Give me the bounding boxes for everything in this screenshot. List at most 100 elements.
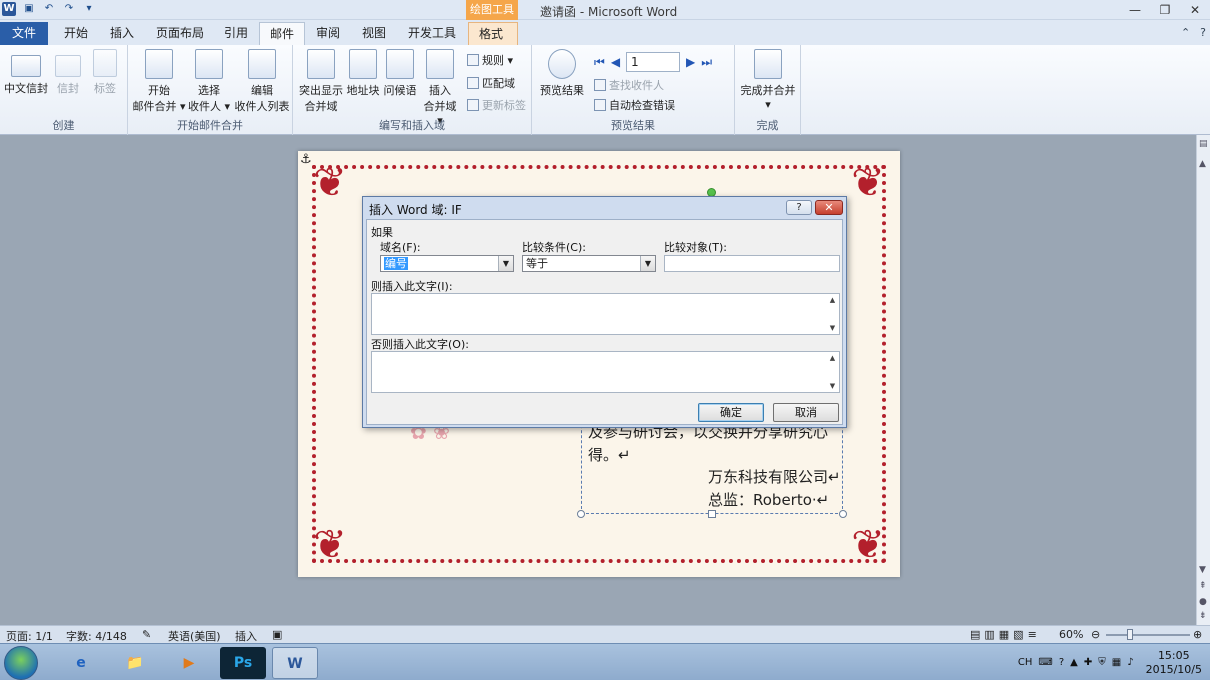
close-window-icon[interactable]: ✕ bbox=[1180, 0, 1210, 20]
next-page-icon[interactable]: ⇟ bbox=[1199, 611, 1207, 621]
tab-insert[interactable]: 插入 bbox=[100, 22, 144, 45]
scroll-up-icon[interactable]: ▲ bbox=[826, 296, 839, 304]
tab-references[interactable]: 引用 bbox=[214, 22, 258, 45]
restore-icon[interactable]: ❐ bbox=[1150, 0, 1180, 20]
previous-record-icon[interactable]: ◀ bbox=[611, 55, 620, 69]
zoom-level[interactable]: 60% bbox=[1059, 628, 1083, 641]
resize-handle[interactable] bbox=[708, 510, 716, 518]
system-tray: CH ⌨ ? ▲ ✚ ⛨ ▦ ♪ 15:05 2015/10/5 bbox=[1018, 644, 1210, 680]
view-buttons-icon[interactable]: ▤▥▦▧≡ bbox=[970, 628, 1041, 641]
tab-mailings[interactable]: 邮件 bbox=[259, 22, 306, 45]
keyboard-icon[interactable]: ⌨ bbox=[1038, 657, 1052, 668]
word-logo-icon[interactable]: W bbox=[2, 2, 16, 16]
ok-button[interactable]: 确定 bbox=[698, 403, 764, 422]
collapse-ribbon-icon[interactable]: ⌃ bbox=[1181, 26, 1190, 39]
update-labels-button[interactable]: 更新标签 bbox=[467, 97, 526, 113]
labels-button[interactable]: 标签 bbox=[88, 49, 122, 96]
previous-page-icon[interactable]: ⇞ bbox=[1199, 581, 1207, 591]
help-icon[interactable]: ? bbox=[1059, 657, 1064, 668]
undo-icon[interactable]: ↶ bbox=[42, 2, 56, 16]
redo-icon[interactable]: ↷ bbox=[62, 2, 76, 16]
insert-mode[interactable]: 插入 bbox=[235, 628, 257, 644]
auto-check-errors-button[interactable]: 自动检查错误 bbox=[594, 97, 675, 113]
record-number-input[interactable]: 1 bbox=[626, 52, 681, 72]
help-icon[interactable]: ? bbox=[1200, 26, 1206, 39]
field-name-dropdown[interactable]: 编号 ▼ bbox=[380, 255, 514, 272]
scroll-up-icon[interactable]: ▲ bbox=[826, 354, 839, 362]
compare-to-input[interactable] bbox=[664, 255, 840, 272]
tab-file[interactable]: 文件 bbox=[0, 22, 48, 45]
tab-developer[interactable]: 开发工具 bbox=[398, 22, 466, 45]
select-recipients-button[interactable]: 选择 收件人 ▾ bbox=[186, 49, 232, 114]
language[interactable]: 英语(美国) bbox=[168, 628, 221, 644]
resize-handle[interactable] bbox=[839, 510, 847, 518]
tab-review[interactable]: 审阅 bbox=[306, 22, 350, 45]
minimize-icon[interactable]: — bbox=[1120, 0, 1150, 20]
last-record-icon[interactable]: ⏭ bbox=[701, 55, 712, 70]
scroll-up-icon[interactable]: ▲ bbox=[1199, 159, 1206, 169]
customize-toolbar-icon[interactable]: ▾ bbox=[82, 2, 96, 16]
scroll-down-icon[interactable]: ▼ bbox=[826, 324, 839, 332]
browse-object-icon[interactable]: ● bbox=[1199, 597, 1207, 607]
highlight-merge-fields-button[interactable]: 突出显示 合并域 bbox=[297, 49, 345, 114]
word-taskbar-icon[interactable]: W bbox=[272, 647, 318, 679]
start-button[interactable] bbox=[4, 646, 38, 680]
next-record-icon[interactable]: ▶ bbox=[686, 55, 695, 69]
input-method[interactable]: CH bbox=[1018, 657, 1033, 668]
chinese-envelope-button[interactable]: 中文信封 bbox=[4, 49, 48, 96]
shield-icon[interactable]: ⛨ bbox=[1098, 657, 1106, 668]
word-count[interactable]: 字数: 4/148 bbox=[66, 628, 127, 644]
dialog-close-button[interactable]: ✕ bbox=[815, 200, 843, 215]
match-fields-button[interactable]: 匹配域 bbox=[467, 75, 515, 91]
address-block-button[interactable]: 地址块 bbox=[345, 49, 381, 98]
anchor-icon: ⚓ bbox=[300, 152, 312, 167]
tab-view[interactable]: 视图 bbox=[352, 22, 396, 45]
page-count[interactable]: 页面: 1/1 bbox=[6, 628, 53, 644]
find-recipient-button[interactable]: 查找收件人 bbox=[594, 77, 664, 93]
rules-button[interactable]: 规则 ▾ bbox=[467, 52, 513, 68]
clock[interactable]: 15:05 2015/10/5 bbox=[1146, 649, 1202, 677]
cancel-button[interactable]: 取消 bbox=[773, 403, 839, 422]
tab-page-layout[interactable]: 页面布局 bbox=[146, 22, 214, 45]
photoshop-icon[interactable]: Ps bbox=[220, 647, 266, 679]
scroll-down-icon[interactable]: ▼ bbox=[1199, 565, 1206, 575]
scrollbar[interactable]: ▲ ▼ bbox=[826, 294, 839, 334]
security-icon[interactable]: ✚ bbox=[1084, 657, 1092, 668]
chevron-down-icon[interactable]: ▼ bbox=[640, 256, 655, 271]
finish-and-merge-button[interactable]: 完成并合并 ▾ bbox=[737, 49, 799, 111]
network-icon[interactable]: ▦ bbox=[1112, 657, 1121, 668]
zoom-out-icon[interactable]: ⊖ bbox=[1091, 628, 1100, 641]
comparison-dropdown[interactable]: 等于 ▼ bbox=[522, 255, 656, 272]
zoom-slider-thumb[interactable] bbox=[1127, 629, 1133, 640]
dialog-help-button[interactable]: ? bbox=[786, 200, 812, 215]
chevron-down-icon[interactable]: ▼ bbox=[498, 256, 513, 271]
edit-recipient-list-button[interactable]: 编辑 收件人列表 bbox=[232, 49, 292, 114]
true-text-label: 则插入此文字(I): bbox=[371, 280, 453, 293]
vertical-scrollbar[interactable]: ▤ ▲ ▼ ⇞ ● ⇟ bbox=[1196, 135, 1210, 625]
zoom-in-icon[interactable]: ⊕ bbox=[1193, 628, 1202, 641]
false-text-input[interactable]: ▲ ▼ bbox=[371, 351, 840, 393]
ruler-toggle-icon[interactable]: ▤ bbox=[1199, 139, 1208, 149]
first-record-icon[interactable]: ⏮ bbox=[594, 55, 605, 70]
folder-icon[interactable]: 📁 bbox=[112, 647, 158, 679]
envelope-button[interactable]: 信封 bbox=[52, 49, 84, 96]
true-text-input[interactable]: ▲ ▼ bbox=[371, 293, 840, 335]
show-hidden-icons-icon[interactable]: ▲ bbox=[1070, 657, 1078, 668]
greeting-line-button[interactable]: 问候语 bbox=[381, 49, 419, 98]
ie-icon[interactable]: e bbox=[58, 647, 104, 679]
tab-format[interactable]: 格式 bbox=[468, 22, 518, 45]
scroll-down-icon[interactable]: ▼ bbox=[826, 382, 839, 390]
save-icon[interactable]: ▣ bbox=[22, 2, 36, 16]
start-mail-merge-button[interactable]: 开始 邮件合并 ▾ bbox=[132, 49, 186, 114]
insert-merge-field-button[interactable]: 插入 合并域 ▾ bbox=[419, 49, 461, 127]
proofing-icon[interactable]: ✎ bbox=[142, 628, 151, 641]
labels-icon bbox=[93, 49, 117, 77]
scrollbar[interactable]: ▲ ▼ bbox=[826, 352, 839, 392]
volume-icon[interactable]: ♪ bbox=[1127, 657, 1133, 668]
zoom-slider[interactable] bbox=[1106, 634, 1190, 636]
macro-record-icon[interactable]: ▣ bbox=[272, 628, 282, 641]
resize-handle[interactable] bbox=[577, 510, 585, 518]
media-player-icon[interactable]: ▶ bbox=[166, 647, 212, 679]
preview-results-button[interactable]: 预览结果 bbox=[536, 49, 588, 98]
tab-home[interactable]: 开始 bbox=[54, 22, 98, 45]
